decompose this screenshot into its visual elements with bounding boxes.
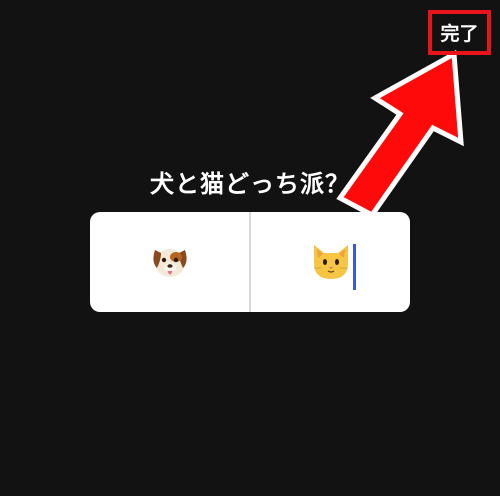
- story-editor-screen: 完了 犬と猫どっち派？: [0, 0, 500, 496]
- poll-option-dog[interactable]: [90, 212, 249, 312]
- done-label: 完了: [440, 23, 479, 45]
- cat-face-icon: [313, 245, 348, 279]
- poll-option-cat[interactable]: [251, 212, 410, 312]
- done-button[interactable]: 完了: [428, 10, 491, 55]
- poll-sticker: [90, 212, 410, 312]
- poll-question[interactable]: 犬と猫どっち派？: [0, 164, 500, 199]
- text-cursor: [353, 244, 356, 290]
- dog-face-icon: [152, 249, 187, 277]
